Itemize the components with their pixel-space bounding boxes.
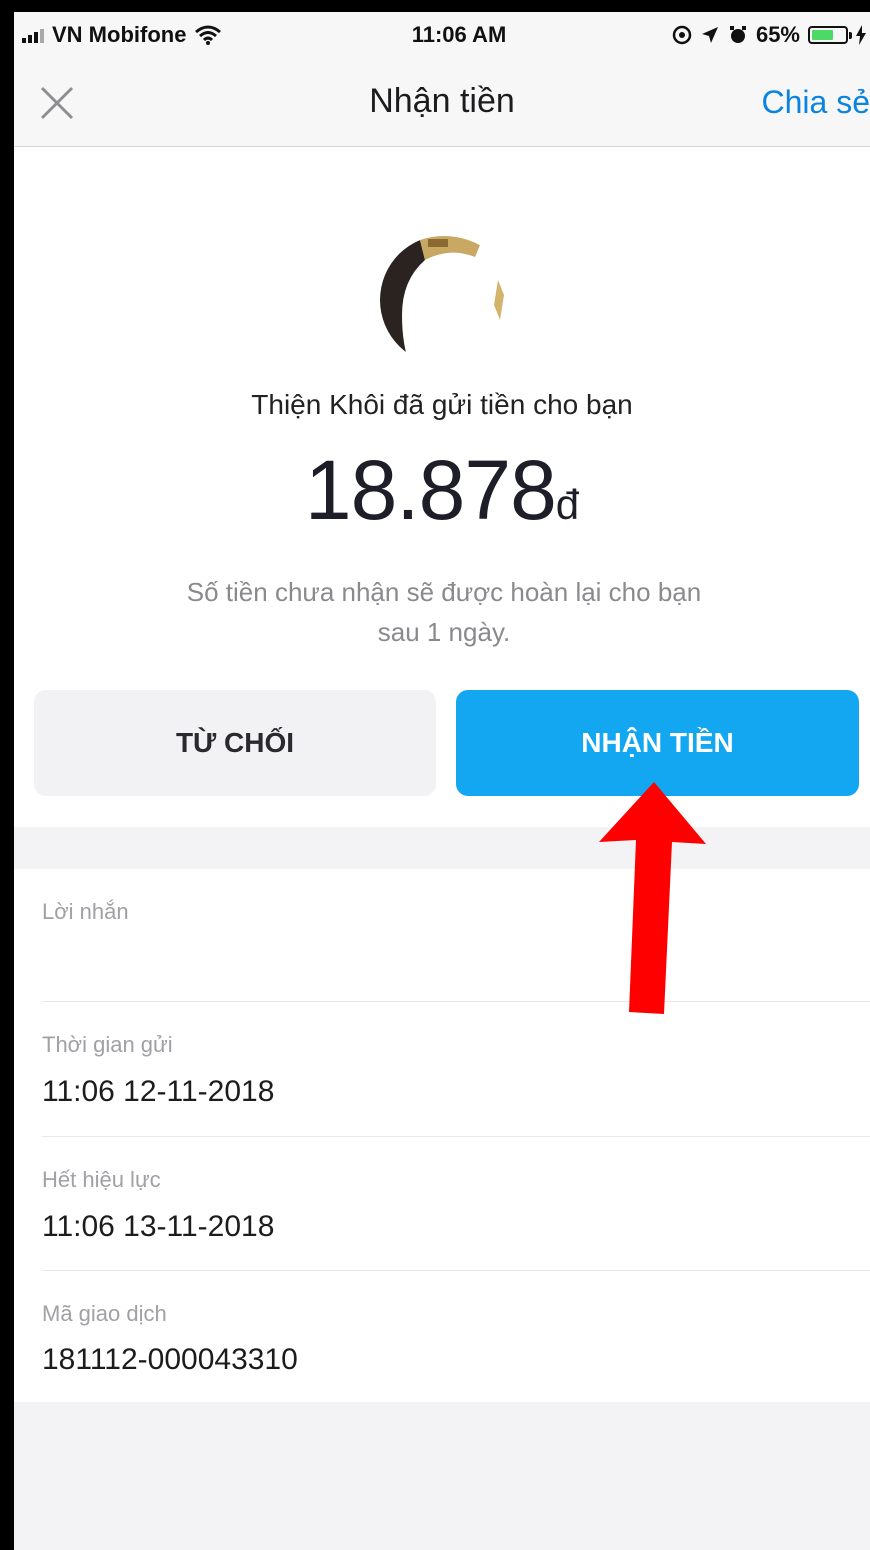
expiry-label: Hết hiệu lực bbox=[42, 1167, 161, 1192]
page-title: Nhận tiền bbox=[369, 82, 515, 120]
message-row: Lời nhắn bbox=[42, 869, 870, 1002]
reject-button[interactable]: TỪ CHỐI bbox=[34, 690, 436, 796]
wifi-icon bbox=[195, 25, 222, 45]
footer-background bbox=[14, 1402, 870, 1550]
share-button[interactable]: Chia sẻ bbox=[762, 84, 870, 121]
location-lock-icon bbox=[672, 25, 692, 45]
sender-avatar bbox=[380, 235, 510, 365]
avatar-image bbox=[380, 235, 510, 365]
sent-time-row: Thời gian gửi 11:06 12-11-2018 bbox=[42, 1002, 870, 1137]
amount-currency: đ bbox=[555, 481, 580, 528]
transaction-id-row: Mã giao dịch 181112-000043310 bbox=[42, 1271, 870, 1402]
section-divider bbox=[14, 827, 870, 869]
signal-strength-icon bbox=[22, 27, 44, 43]
battery-icon bbox=[808, 26, 852, 44]
navigation-bar: Nhận tiền Chia sẻ bbox=[14, 60, 870, 147]
battery-fill bbox=[812, 30, 833, 40]
sent-time-value: 11:06 12-11-2018 bbox=[42, 1075, 275, 1108]
status-bar: VN Mobifone 11:06 AM 65% bbox=[14, 12, 870, 60]
expiry-value: 11:06 13-11-2018 bbox=[42, 1210, 275, 1243]
message-label: Lời nhắn bbox=[42, 899, 129, 924]
sender-message: Thiện Khôi đã gửi tiền cho bạn bbox=[251, 389, 633, 420]
location-arrow-icon bbox=[701, 27, 718, 43]
app-screen: VN Mobifone 11:06 AM 65% Nhận tiền Chia … bbox=[0, 0, 870, 1550]
transfer-amount: 18.878đ bbox=[14, 442, 870, 539]
transaction-id-label: Mã giao dịch bbox=[42, 1301, 167, 1326]
battery-percentage: 65% bbox=[755, 22, 800, 47]
refund-note: Số tiền chưa nhận sẽ được hoàn lại cho b… bbox=[186, 577, 702, 647]
red-arrow-icon bbox=[599, 782, 706, 1014]
carrier-name: VN Mobifone bbox=[52, 22, 187, 47]
amount-value: 18.878 bbox=[304, 443, 557, 537]
status-time: 11:06 AM bbox=[411, 22, 507, 47]
expiry-row: Hết hiệu lực 11:06 13-11-2018 bbox=[42, 1137, 870, 1271]
charging-icon bbox=[856, 25, 866, 45]
alarm-icon bbox=[729, 26, 746, 43]
transfer-details: Lời nhắn Thời gian gửi 11:06 12-11-2018 … bbox=[14, 869, 870, 1402]
transaction-id-value: 181112-000043310 bbox=[42, 1343, 298, 1376]
status-right: 65% bbox=[672, 22, 866, 48]
sent-time-label: Thời gian gửi bbox=[42, 1032, 173, 1057]
transfer-card: Thiện Khôi đã gửi tiền cho bạn 18.878đ S… bbox=[14, 147, 870, 827]
status-left: VN Mobifone bbox=[22, 22, 222, 48]
